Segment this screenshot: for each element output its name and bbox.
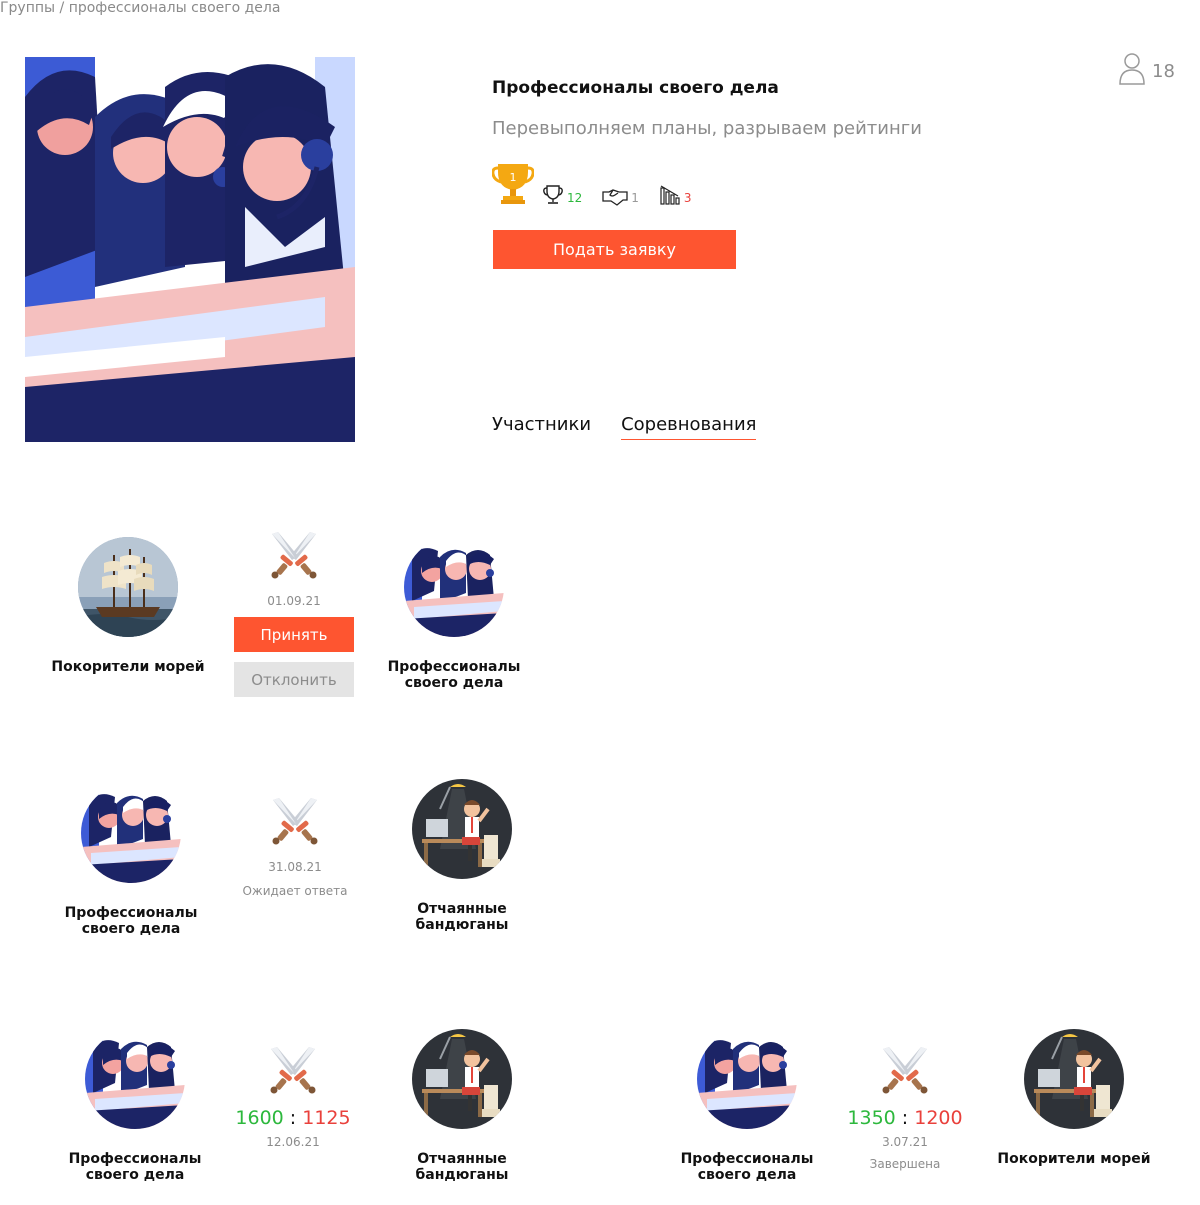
team-avatar (81, 783, 181, 883)
match-date: 31.08.21 (268, 860, 322, 874)
match-home-team[interactable]: Профессионалы своего дела (51, 783, 211, 937)
team-avatar (412, 1029, 512, 1129)
match-center: 01.09.21 Принять Отклонить (214, 528, 374, 697)
score-separator: : (901, 1107, 909, 1129)
match-away-team[interactable]: Отчаянные бандюганы (382, 779, 542, 933)
rank-badge-number: 1 (510, 171, 517, 184)
team-name: Профессионалы своего дела (64, 905, 198, 937)
group-stats: 1 12 1 3 (492, 158, 712, 206)
crossed-swords-icon (877, 1043, 933, 1099)
members-count-value: 18 (1152, 60, 1175, 82)
match-home-team[interactable]: Профессионалы своего дела (55, 1029, 215, 1183)
apply-button[interactable]: Подать заявку (493, 230, 736, 269)
crossed-swords-icon (267, 794, 323, 850)
members-count[interactable]: 18 (1118, 52, 1175, 90)
handshake-icon (602, 189, 628, 206)
match-date: 3.07.21 (882, 1135, 928, 1149)
losses-stat: 3 (659, 184, 692, 206)
user-icon (1118, 52, 1146, 90)
team-avatar (85, 1029, 185, 1129)
team-name: Отчаянные бандюганы (415, 901, 509, 933)
team-name: Профессионалы своего дела (387, 659, 521, 691)
match-center: 1600 : 1125 12.06.21 (213, 1043, 373, 1149)
score-away: 1125 (302, 1107, 351, 1129)
team-name: Профессионалы своего дела (680, 1151, 814, 1183)
crossed-swords-icon (266, 528, 322, 584)
match-score: 1600 : 1125 (213, 1107, 373, 1129)
match-away-team[interactable]: Профессионалы своего дела (374, 537, 534, 691)
team-avatar (1024, 1029, 1124, 1129)
team-name: Покорители морей (51, 659, 205, 675)
match-date: 01.09.21 (267, 594, 321, 608)
match-status: Завершена (869, 1157, 941, 1171)
crossed-swords-icon (265, 1043, 321, 1099)
decline-button[interactable]: Отклонить (234, 662, 354, 697)
trophy-icon (543, 185, 563, 204)
score-away: 1200 (914, 1107, 963, 1129)
group-tabs: Участники Соревнования (492, 414, 757, 440)
match-center: 31.08.21 Ожидает ответа (215, 794, 375, 898)
match-status: Ожидает ответа (242, 884, 348, 898)
wins-count: 12 (567, 191, 583, 205)
team-avatar (404, 537, 504, 637)
score-home: 1600 (235, 1107, 284, 1129)
match-home-team[interactable]: Профессионалы своего дела (667, 1029, 827, 1183)
rank-badge: 1 (492, 160, 534, 206)
team-name: Отчаянные бандюганы (415, 1151, 509, 1183)
group-cover-image (25, 57, 355, 442)
wins-stat: 12 (542, 184, 582, 206)
team-avatar (412, 779, 512, 879)
match-away-team[interactable]: Отчаянные бандюганы (382, 1029, 542, 1183)
score-home: 1350 (847, 1107, 896, 1129)
group-subtitle: Перевыполняем планы, разрываем рейтинги (492, 118, 922, 139)
breadcrumb[interactable]: Группы / профессионалы своего дела (0, 0, 280, 16)
team-name: Профессионалы своего дела (68, 1151, 202, 1183)
match-score: 1350 : 1200 (825, 1107, 985, 1129)
match-away-team[interactable]: Покорители морей (994, 1029, 1154, 1167)
group-title: Профессионалы своего дела (492, 78, 779, 98)
accept-button[interactable]: Принять (234, 617, 354, 652)
match-center: 1350 : 1200 3.07.21 Завершена (825, 1043, 985, 1171)
team-avatar (697, 1029, 797, 1129)
draws-stat: 1 (602, 188, 639, 206)
team-name: Покорители морей (997, 1151, 1151, 1167)
team-avatar (78, 537, 178, 637)
score-separator: : (289, 1107, 297, 1129)
match-home-team[interactable]: Покорители морей (48, 537, 208, 675)
match-date: 12.06.21 (266, 1135, 320, 1149)
draws-count: 1 (631, 191, 639, 205)
gold-cup-icon: 1 (492, 164, 534, 204)
tab-participants[interactable]: Участники (492, 414, 591, 440)
declining-bars-icon (660, 185, 680, 205)
losses-count: 3 (683, 191, 692, 205)
tab-competitions[interactable]: Соревнования (621, 414, 757, 440)
